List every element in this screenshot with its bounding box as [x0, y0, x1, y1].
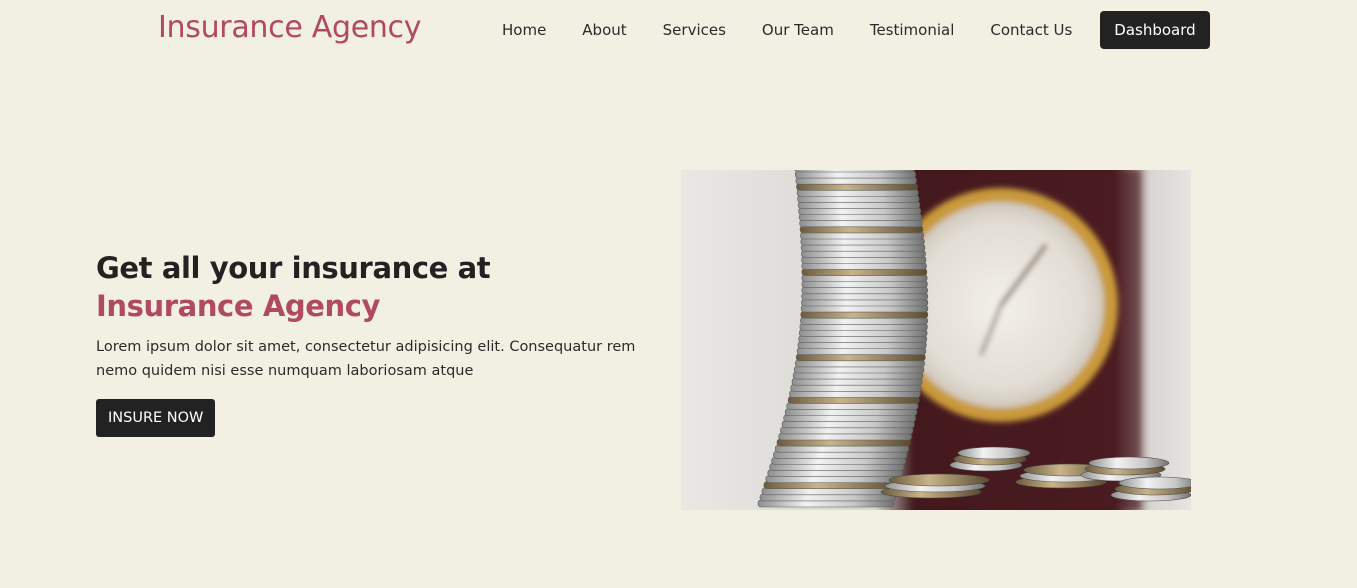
hero-title-prefix: Get all your insurance at	[96, 251, 491, 285]
hero-description: Lorem ipsum dolor sit amet, consectetur …	[96, 339, 636, 379]
nav-testimonial[interactable]: Testimonial	[852, 11, 973, 49]
hero-title-accent: Insurance Agency	[96, 289, 381, 323]
brand-logo[interactable]: Insurance Agency	[158, 10, 422, 45]
nav-home[interactable]: Home	[484, 11, 564, 49]
nav-services[interactable]: Services	[645, 11, 744, 49]
insure-now-button[interactable]: INSURE NOW	[96, 399, 216, 437]
hero-section: Get all your insurance at Insurance Agen…	[96, 249, 636, 437]
dashboard-button[interactable]: Dashboard	[1100, 11, 1210, 49]
nav-about[interactable]: About	[564, 11, 644, 49]
nav-contact-us[interactable]: Contact Us	[972, 11, 1090, 49]
nav-our-team[interactable]: Our Team	[744, 11, 852, 49]
hero-image	[681, 170, 1191, 510]
nav-menu: Home About Services Our Team Testimonial…	[484, 11, 1210, 49]
hero-title: Get all your insurance at Insurance Agen…	[96, 249, 636, 325]
navbar: Insurance Agency Home About Services Our…	[0, 0, 1357, 62]
coins-clock-illustration	[681, 170, 1191, 510]
